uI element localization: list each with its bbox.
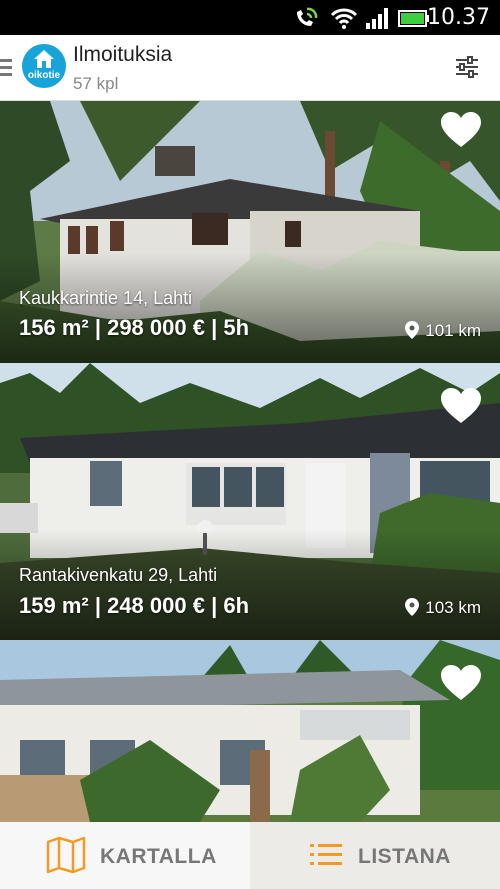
phone-sync-icon [297, 7, 318, 26]
bottom-nav: KARTALLA LISTANA [0, 822, 500, 889]
heart-icon[interactable] [440, 111, 482, 149]
tab-map-label: KARTALLA [100, 845, 217, 868]
listing-card-2[interactable]: Rantakivenkatu 29, Lahti 159 m² | 248 00… [0, 363, 500, 640]
app-bar: oikotie Ilmoituksia 57 kpl [0, 35, 500, 101]
logo-text: oikotie [27, 70, 61, 81]
status-bar: 10.37 [0, 0, 500, 35]
oikotie-logo[interactable]: oikotie [22, 44, 66, 88]
listing-address: Kaukkarintie 14, Lahti [19, 288, 193, 308]
listing-distance: 101 km [405, 321, 481, 341]
distance-text: 103 km [425, 598, 481, 617]
result-count: 57 kpl [73, 74, 119, 93]
location-pin-icon [405, 598, 420, 616]
tab-map[interactable]: KARTALLA [0, 822, 250, 889]
list-icon [310, 844, 342, 865]
status-time: 10.37 [427, 5, 490, 30]
house-icon [34, 50, 54, 68]
distance-text: 101 km [425, 321, 481, 340]
listing-distance: 103 km [405, 598, 481, 618]
filter-icon[interactable] [455, 55, 479, 79]
listing-card-3[interactable] [0, 640, 500, 822]
location-pin-icon [405, 321, 420, 339]
heart-icon[interactable] [440, 387, 482, 425]
listing-info: 156 m² | 298 000 € | 5h [19, 315, 250, 340]
tab-list-label: LISTANA [358, 845, 451, 868]
heart-icon[interactable] [440, 664, 482, 702]
page-title: Ilmoituksia [73, 43, 173, 66]
menu-icon[interactable] [0, 57, 12, 79]
signal-icon [366, 8, 388, 29]
listing-info: 159 m² | 248 000 € | 6h [19, 593, 250, 618]
wifi-icon [330, 8, 358, 29]
map-icon [46, 836, 86, 874]
tab-list[interactable]: LISTANA [250, 822, 500, 889]
listing-photo-3 [0, 640, 500, 822]
listing-address: Rantakivenkatu 29, Lahti [19, 565, 218, 585]
listing-card-1[interactable]: Kaukkarintie 14, Lahti 156 m² | 298 000 … [0, 101, 500, 363]
battery-icon [398, 10, 429, 27]
